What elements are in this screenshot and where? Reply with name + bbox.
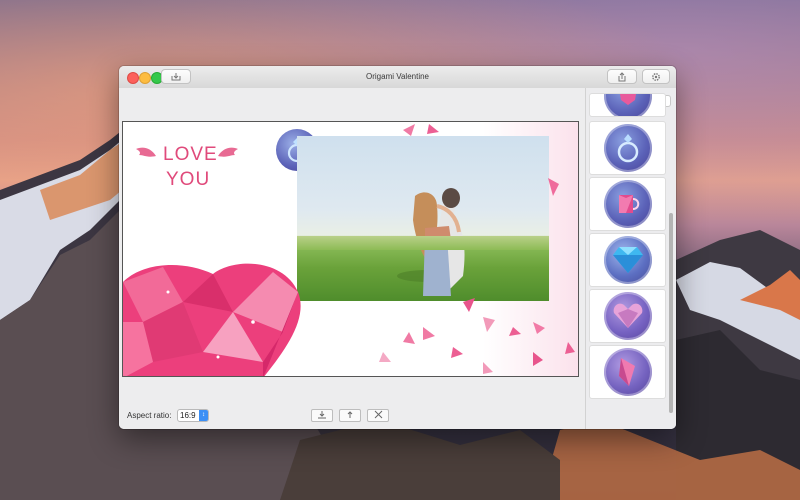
mug-icon [618, 195, 639, 213]
aspect-ratio-value: 16:9 [180, 411, 196, 420]
sidebar-item-origami-heart[interactable] [590, 94, 665, 116]
sidebar-item-ring[interactable] [590, 122, 665, 174]
origami-confetti [379, 124, 575, 374]
origami-heart-partial-badge [603, 94, 652, 116]
aspect-ratio-select[interactable]: 16:9 ↕ [177, 409, 209, 422]
upload-icon [347, 411, 353, 418]
settings-button[interactable] [642, 69, 670, 84]
chevron-down-icon: ↕ [199, 410, 208, 421]
download-button[interactable] [311, 409, 333, 422]
share-icon [618, 71, 626, 81]
sidebar-item-mug[interactable] [590, 178, 665, 230]
love-text[interactable]: LOVE [163, 144, 218, 166]
diamond-badge [603, 236, 652, 284]
ring-icon [617, 134, 638, 163]
sidebar-item-heart-gem[interactable] [590, 290, 665, 342]
sidebar-item-diamond[interactable] [590, 234, 665, 286]
right-wing-icon [218, 147, 238, 157]
share-button[interactable] [607, 69, 637, 84]
heart-gem-badge [603, 292, 652, 340]
upload-button[interactable] [339, 409, 361, 422]
origami-crane-icon [618, 358, 635, 386]
close-icon [374, 410, 382, 419]
origami-heart-art [123, 263, 301, 376]
download-icon [318, 411, 326, 419]
sidebar-item-origami-crane[interactable] [590, 346, 665, 398]
sticker-sidebar [585, 88, 676, 429]
origami-crane-badge [603, 348, 652, 396]
delete-button[interactable] [367, 409, 389, 422]
sidebar-scroll-thumb[interactable] [669, 213, 673, 413]
titlebar: Origami Valentine [119, 66, 676, 89]
bottom-bar: Aspect ratio: 16:9 ↕ [119, 406, 585, 429]
diamond-icon [612, 247, 643, 273]
left-wing-icon [136, 147, 156, 157]
design-canvas[interactable]: LOVE YOU [122, 121, 579, 377]
mug-badge [603, 180, 652, 228]
ring-badge [603, 124, 652, 172]
gear-icon [652, 72, 660, 81]
editor-area: LOVE YOU Aspect ratio: 16:9 ↕ [119, 88, 585, 429]
aspect-ratio-label: Aspect ratio: [127, 411, 172, 420]
you-text[interactable]: YOU [166, 169, 210, 191]
heart-gem-icon [613, 303, 642, 328]
sidebar-scrollbar[interactable] [668, 118, 674, 424]
heart-origami-icon [619, 94, 636, 105]
window-title: Origami Valentine [366, 72, 429, 81]
app-window: Origami Valentine LOVE YOU Aspect ratio:… [119, 66, 676, 429]
